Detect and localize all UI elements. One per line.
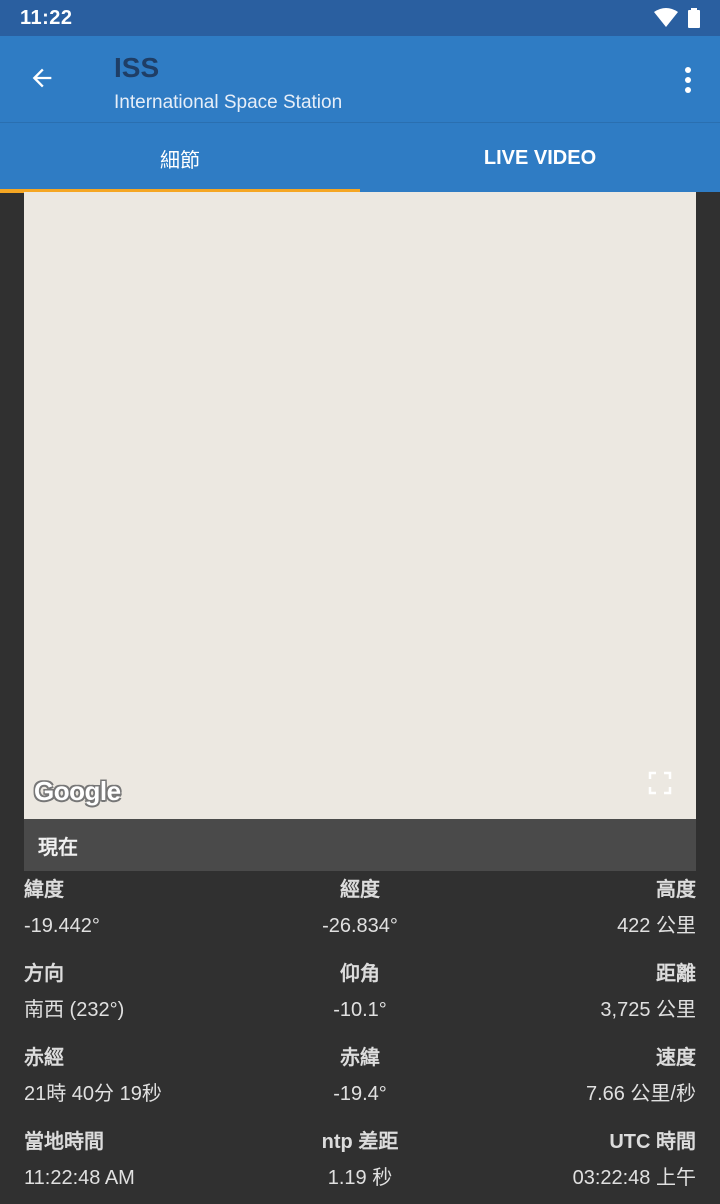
back-button[interactable] bbox=[22, 58, 62, 98]
tab-bar: 細節 LIVE VIDEO bbox=[0, 122, 720, 193]
detail-value: 03:22:48 上午 bbox=[572, 1167, 696, 1189]
detail-label: 距離 bbox=[656, 963, 696, 985]
details-row: 當地時間 11:22:48 AM ntp 差距 1.19 秒 UTC 時間 03… bbox=[24, 1124, 696, 1204]
battery-icon bbox=[688, 8, 700, 28]
details-row: 方向 南西 (232°) 仰角 -10.1° 距離 3,725 公里 bbox=[24, 956, 696, 1040]
more-options-button[interactable] bbox=[676, 60, 700, 100]
detail-utc-time: UTC 時間 03:22:48 上午 bbox=[436, 1124, 696, 1196]
detail-altitude: 高度 422 公里 bbox=[436, 872, 696, 944]
status-time: 11:22 bbox=[20, 7, 73, 29]
status-icons bbox=[654, 8, 700, 28]
map-view[interactable]: Google bbox=[24, 192, 696, 819]
arrow-back-icon bbox=[32, 68, 52, 88]
detail-label: 速度 bbox=[656, 1047, 696, 1069]
details-row: 緯度 -19.442° 經度 -26.834° 高度 422 公里 bbox=[24, 872, 696, 956]
detail-label: 高度 bbox=[656, 879, 696, 901]
status-bar: 11:22 bbox=[0, 0, 720, 36]
tab-live-video[interactable]: LIVE VIDEO bbox=[360, 123, 720, 193]
fullscreen-icon[interactable] bbox=[648, 771, 672, 795]
more-vert-icon bbox=[685, 67, 691, 93]
app-bar: ISS International Space Station bbox=[0, 36, 720, 122]
tab-details[interactable]: 細節 bbox=[0, 123, 360, 193]
details-grid: 緯度 -19.442° 經度 -26.834° 高度 422 公里 方向 南西 … bbox=[24, 872, 696, 1204]
detail-distance: 距離 3,725 公里 bbox=[436, 956, 696, 1028]
page-title: ISS bbox=[114, 52, 160, 83]
wifi-icon bbox=[654, 8, 678, 27]
detail-value: 422 公里 bbox=[617, 915, 696, 937]
page-subtitle: International Space Station bbox=[114, 92, 343, 113]
google-logo: Google bbox=[34, 776, 121, 806]
detail-label: UTC 時間 bbox=[609, 1131, 696, 1153]
detail-speed: 速度 7.66 公里/秒 bbox=[436, 1040, 696, 1112]
section-header-now: 現在 bbox=[24, 819, 696, 871]
detail-value: 7.66 公里/秒 bbox=[585, 1083, 696, 1105]
detail-value: 3,725 公里 bbox=[600, 999, 696, 1021]
details-row: 赤經 21時 40分 19秒 赤緯 -19.4° 速度 7.66 公里/秒 bbox=[24, 1040, 696, 1124]
